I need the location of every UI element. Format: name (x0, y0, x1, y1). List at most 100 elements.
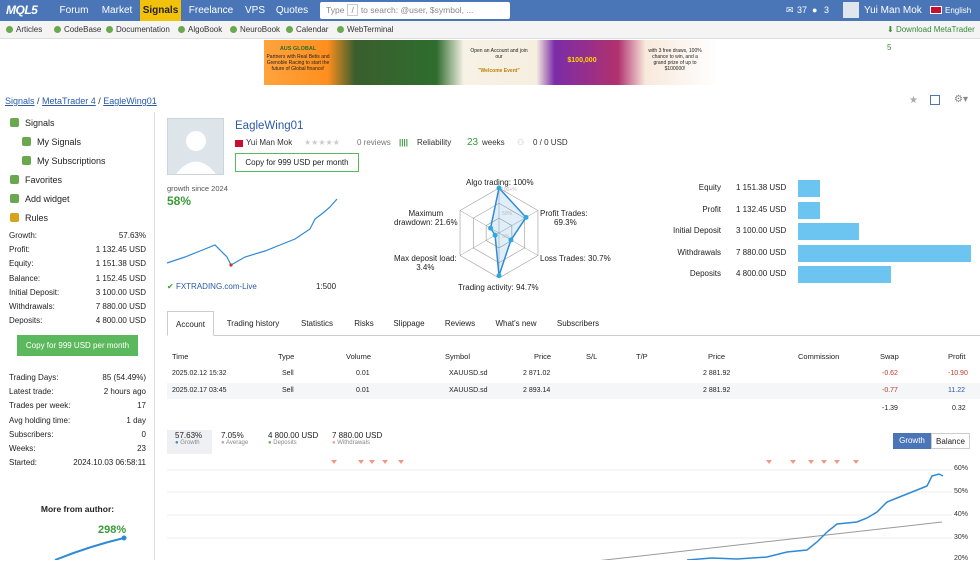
tab-trading-history[interactable]: Trading history (221, 311, 285, 336)
author-signal-sparkline[interactable] (50, 534, 130, 560)
table-cell: XAUUSD.sd (449, 370, 488, 377)
download-metatrader-link[interactable]: ⬇ Download MetaTrader 5 (887, 21, 980, 52)
legend-deposits[interactable]: 4 800.00 USD ● Deposits (268, 431, 318, 453)
toggle-growth[interactable]: Growth (893, 433, 931, 449)
average-line (600, 521, 943, 560)
mql5-logo[interactable]: MQL5 (6, 3, 38, 17)
link-webterminal[interactable]: WebTerminal (337, 21, 394, 39)
nav-freelance[interactable]: Freelance (184, 0, 238, 21)
sidebar-copy-button[interactable]: Copy for 999 USD per month (17, 335, 138, 356)
radar-label-maxload-value: 3.4% (416, 263, 435, 272)
sidebar-item-label: My Subscriptions (37, 156, 106, 166)
reviews-count[interactable]: 0 reviews (357, 138, 391, 147)
banner-draw-text: with 3 free draws, 100% chance to win, a… (648, 48, 702, 72)
favorite-star-icon[interactable]: ★ (909, 95, 918, 106)
nav-market[interactable]: Market (96, 0, 138, 21)
link-neurobook[interactable]: NeuroBook (230, 21, 280, 39)
tab-slippage[interactable]: Slippage (389, 311, 429, 336)
radar-label-profit-title: Profit Trades: (540, 209, 588, 218)
tab-subscribers[interactable]: Subscribers (552, 311, 604, 336)
link-articles[interactable]: Articles (6, 21, 42, 39)
broker-link[interactable]: ✔ FXTRADING.com-Live (167, 282, 257, 291)
legend-average[interactable]: 7.05% ● Average (221, 431, 248, 453)
legend-growth-label-text: Growth (180, 440, 200, 446)
nav-forum[interactable]: Forum (54, 0, 94, 21)
radar-label-activity: Trading activity: 94.7% (458, 283, 539, 292)
breadcrumb-eaglewing01[interactable]: EagleWing01 (103, 96, 157, 106)
legend-growth[interactable]: 57.63% ● Growth (175, 431, 202, 453)
breadcrumb-signals[interactable]: Signals (5, 96, 35, 106)
user-avatar[interactable] (843, 2, 859, 18)
sidebar-item-signals[interactable]: Signals (10, 118, 55, 128)
signal-author[interactable]: Yui Man Mok (246, 138, 292, 147)
breadcrumb-metatrader4[interactable]: MetaTrader 4 (42, 96, 96, 106)
sidebar-item-add-widget[interactable]: Add widget (10, 194, 70, 204)
tab-statistics[interactable]: Statistics (295, 311, 339, 336)
link-documentation[interactable]: Documentation (106, 21, 170, 39)
subscribers-funds: 0 / 0 USD (533, 138, 568, 147)
notifications-icon[interactable]: ● (812, 0, 817, 21)
link-webterminal-label: WebTerminal (347, 25, 394, 34)
radar-label-profit: Profit Trades: 69.3% (540, 209, 588, 227)
legend-deposits-label-text: Deposits (273, 440, 297, 446)
stat-value: 1 152.45 USD (95, 273, 146, 283)
bar-fill (798, 244, 971, 262)
sidebar-item-my-signals[interactable]: My Signals (22, 137, 81, 147)
banner-partner-text: Partners with Real Betis and Grenoble Ra… (266, 54, 330, 72)
secondary-nav-bar: Articles CodeBase Documentation AlgoBook… (0, 21, 980, 52)
person-placeholder-icon (176, 131, 216, 174)
search-input[interactable]: Type / to search: @user, $symbol, ... (320, 2, 510, 19)
tab-risks[interactable]: Risks (349, 311, 379, 336)
copy-signal-button[interactable]: Copy for 999 USD per month (235, 153, 359, 172)
radar-label-drawdown: Maximum drawdown: 21.6% (394, 209, 458, 227)
legend-withdrawals-label-text: Withdrawals (337, 440, 370, 446)
author-signal-sparkline-point (121, 535, 127, 541)
messages-count: 37 (797, 5, 808, 15)
reliability-label: Reliability (417, 138, 452, 147)
table-cell: 2025.02.17 03:45 (172, 387, 227, 394)
toggle-balance[interactable]: Balance (931, 433, 970, 449)
language-selector[interactable]: English (945, 0, 971, 21)
bar-label: Deposits (689, 269, 721, 278)
table-header: Commission (798, 352, 840, 361)
nav-signals[interactable]: Signals (140, 0, 181, 21)
table-header: Price (708, 352, 726, 361)
link-codebase-label: CodeBase (64, 25, 102, 34)
growth-chart[interactable] (167, 462, 952, 560)
radar-label-profit-value: 69.3% (554, 218, 577, 227)
legend-withdrawals[interactable]: 7 880.00 USD ● Withdrawals (332, 431, 382, 453)
uk-flag-icon (930, 6, 942, 14)
sidebar-item-my-subscriptions[interactable]: My Subscriptions (22, 156, 106, 166)
tab-whats-new[interactable]: What's new (490, 311, 542, 336)
search-placeholder-text: to search: @user, $symbol, ... (360, 5, 474, 15)
growth-sparkline-line (166, 198, 338, 266)
nav-vps[interactable]: VPS (240, 0, 270, 21)
total-profit: 0.32 (952, 405, 966, 412)
signal-title[interactable]: EagleWing01 (235, 120, 303, 132)
hk-flag-icon (235, 140, 243, 147)
nav-quotes[interactable]: Quotes (272, 0, 312, 21)
stat-value: 4 800.00 USD (95, 316, 146, 326)
ad-banner[interactable]: AUS GLOBAL Partners with Real Betis and … (264, 40, 718, 85)
link-algobook[interactable]: AlgoBook (178, 21, 222, 39)
rating-stars-icon: ★★★★★ (304, 138, 340, 147)
growth-line (686, 473, 944, 560)
growth-sparkline[interactable] (165, 195, 340, 270)
link-codebase[interactable]: CodeBase (54, 21, 101, 39)
tab-reviews[interactable]: Reviews (440, 311, 480, 336)
download-label: Download MetaTrader 5 (887, 25, 975, 52)
username[interactable]: Yui Man Mok (864, 0, 922, 21)
stat-value: 1 151.38 USD (95, 259, 146, 269)
sidebar-item-rules[interactable]: Rules (10, 213, 48, 223)
messages-icon[interactable]: ✉ (786, 0, 794, 21)
sidebar-item-label: Add widget (25, 194, 70, 204)
sidebar-item-favorites[interactable]: Favorites (10, 175, 62, 185)
bar-value: 1 132.45 USD (736, 204, 787, 214)
settings-gear-icon[interactable]: ⚙▾ (954, 94, 968, 105)
legend-withdrawals-label: ● Withdrawals (332, 440, 382, 446)
table-cell: 11.22 (948, 387, 965, 394)
link-calendar[interactable]: Calendar (286, 21, 328, 39)
tab-account[interactable]: Account (167, 311, 214, 336)
table-header: Symbol (445, 352, 471, 361)
bookmark-icon[interactable] (930, 95, 940, 105)
